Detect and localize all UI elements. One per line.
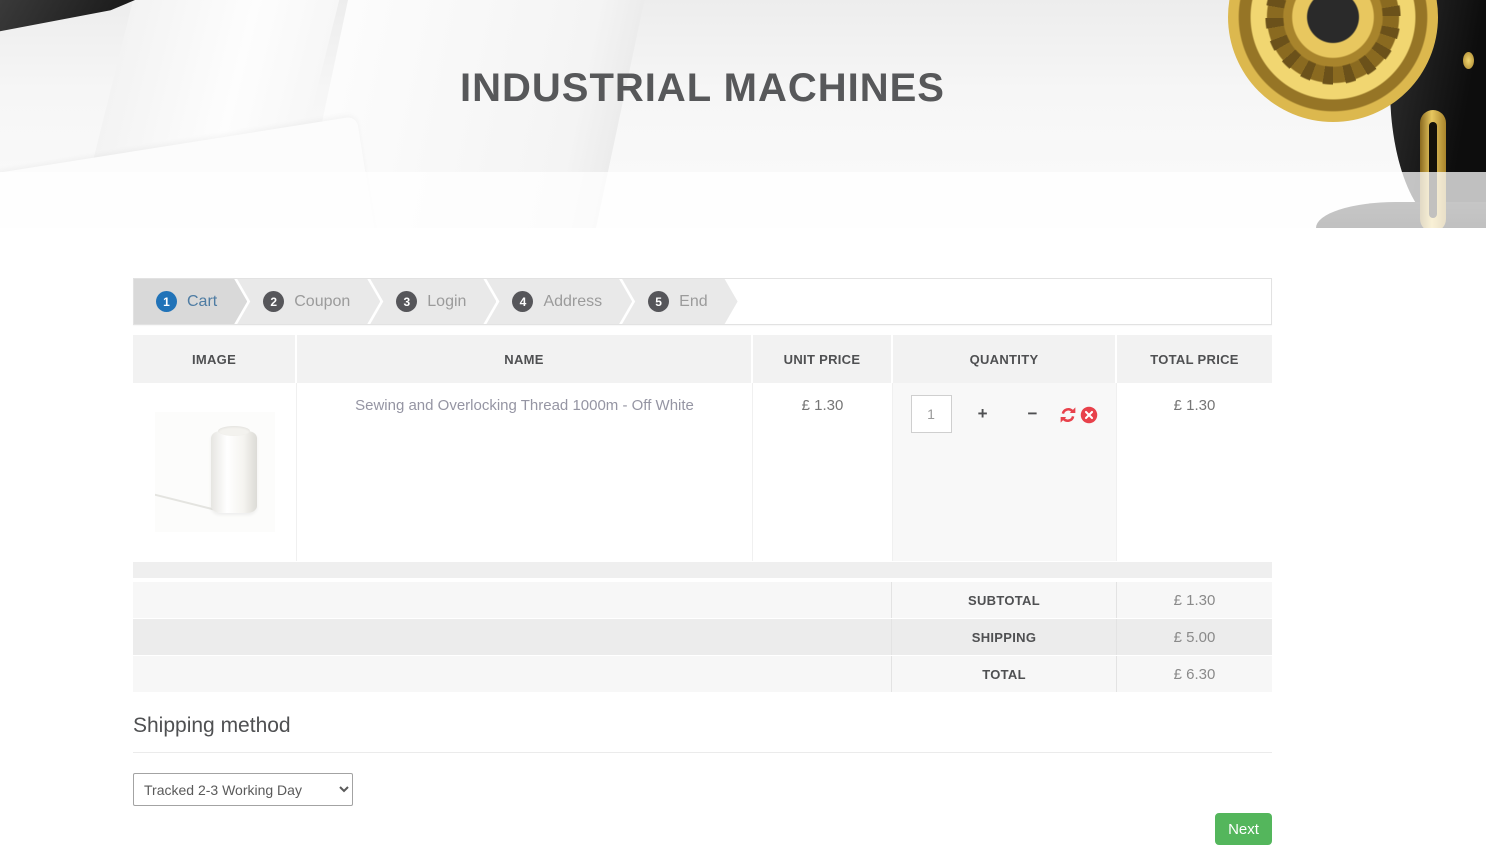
step-end[interactable]: 5 End — [622, 279, 737, 324]
subtotal-label: SUBTOTAL — [891, 582, 1116, 618]
step-cart[interactable]: 1 Cart — [134, 279, 247, 324]
machine-graphic-dark-corner — [0, 0, 135, 32]
shipping-value: £ 5.00 — [1116, 619, 1272, 655]
step-address[interactable]: 4 Address — [486, 279, 632, 324]
table-footer-strip — [133, 562, 1272, 578]
product-name[interactable]: Sewing and Overlocking Thread 1000m - Of… — [297, 383, 753, 561]
shipping-method-select[interactable]: Tracked 2-3 Working Day — [133, 773, 353, 806]
step-label: Coupon — [294, 292, 351, 310]
step-number-badge: 3 — [396, 291, 417, 312]
page-title: INDUSTRIAL MACHINES — [460, 66, 945, 110]
column-header-unit-price: UNIT PRICE — [753, 335, 893, 383]
main-content: 1 Cart 2 Coupon 3 Login 4 Address 5 End … — [133, 278, 1272, 845]
product-image-cell — [133, 383, 297, 561]
banner: INDUSTRIAL MACHINES — [0, 0, 1486, 228]
quantity-increase-button[interactable]: + — [978, 395, 988, 433]
shipping-row: SHIPPING £ 5.00 — [133, 619, 1272, 655]
remove-item-button[interactable] — [1080, 406, 1098, 424]
step-login[interactable]: 3 Login — [370, 279, 496, 324]
quantity-decrease-button[interactable]: − — [1028, 395, 1038, 433]
cart-table: IMAGE NAME UNIT PRICE QUANTITY TOTAL PRI… — [133, 335, 1272, 692]
update-cart-button[interactable] — [1059, 406, 1077, 424]
line-total-value: £ 1.30 — [1173, 397, 1216, 414]
unit-price-value: £ 1.30 — [753, 383, 893, 561]
cart-item-row: Sewing and Overlocking Thread 1000m - Of… — [133, 383, 1272, 561]
step-number-badge: 2 — [263, 291, 284, 312]
column-header-image: IMAGE — [133, 335, 297, 383]
gold-knob-graphic — [1463, 52, 1474, 69]
step-number-badge: 5 — [648, 291, 669, 312]
quantity-input[interactable] — [910, 395, 952, 433]
banner-overlay-band — [0, 172, 1486, 228]
step-label: Login — [427, 292, 467, 310]
actions-row: Next — [133, 813, 1272, 845]
cart-totals: SUBTOTAL £ 1.30 SHIPPING £ 5.00 TOTAL £ … — [133, 582, 1272, 692]
column-header-name: NAME — [297, 335, 753, 383]
step-label: Cart — [187, 292, 218, 310]
divider — [133, 752, 1272, 753]
total-label: TOTAL — [891, 656, 1116, 692]
thread-spool-graphic — [210, 426, 257, 513]
quantity-cell: + − — [893, 383, 1117, 561]
next-button[interactable]: Next — [1215, 813, 1272, 845]
column-header-total-price: TOTAL PRICE — [1150, 351, 1239, 367]
subtotal-value: £ 1.30 — [1116, 582, 1272, 618]
subtotal-row: SUBTOTAL £ 1.30 — [133, 582, 1272, 618]
column-header-quantity: QUANTITY — [893, 335, 1117, 383]
step-number-badge: 1 — [156, 291, 177, 312]
cart-table-header: IMAGE NAME UNIT PRICE QUANTITY TOTAL PRI… — [133, 335, 1272, 383]
product-image[interactable] — [154, 412, 275, 532]
step-label: Address — [543, 292, 603, 310]
total-value: £ 6.30 — [1116, 656, 1272, 692]
shipping-method-heading: Shipping method — [133, 714, 291, 737]
step-number-badge: 4 — [512, 291, 533, 312]
remove-circle-icon — [1081, 406, 1098, 424]
shipping-label: SHIPPING — [891, 619, 1116, 655]
checkout-stepper: 1 Cart 2 Coupon 3 Login 4 Address 5 End — [133, 278, 1272, 325]
step-label: End — [679, 292, 708, 310]
step-coupon[interactable]: 2 Coupon — [237, 279, 380, 324]
refresh-icon — [1061, 407, 1076, 423]
total-row: TOTAL £ 6.30 — [133, 656, 1272, 692]
